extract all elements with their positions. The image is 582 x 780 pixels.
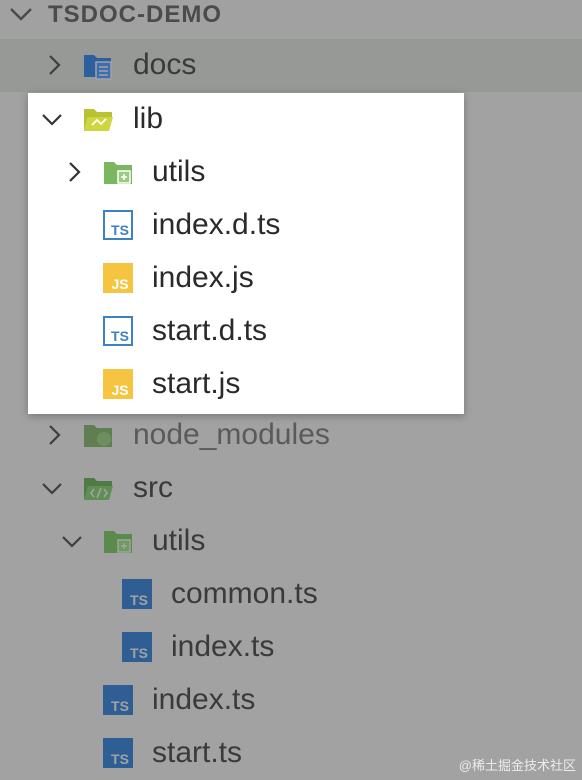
typescript-file-icon: TS (102, 684, 134, 716)
tree-item-lib-utils[interactable]: utils (28, 146, 464, 199)
tree-item-label: start.d.ts (152, 314, 268, 347)
tree-item-docs[interactable]: docs (0, 39, 582, 92)
chevron-down-icon[interactable] (40, 476, 64, 500)
lib-folder-open-icon (82, 103, 114, 135)
chevron-down-icon[interactable] (60, 529, 84, 553)
ts-icon-text: TS (111, 328, 129, 344)
tree-item-lib-index-d-ts[interactable]: TS index.d.ts (28, 199, 464, 252)
chevron-down-icon[interactable] (40, 107, 64, 131)
tree-item-label: index.ts (171, 630, 275, 663)
tree-item-lib-start-d-ts[interactable]: TS start.d.ts (28, 305, 464, 358)
file-explorer: TSDOC-DEMO docs node_modules src utils T… (0, 0, 582, 780)
tree-item-lib-start-js[interactable]: JS start.js (28, 358, 464, 411)
chevron-right-icon[interactable] (62, 160, 86, 184)
utils-folder-open-icon (102, 525, 134, 557)
javascript-file-icon: JS (102, 368, 134, 400)
tree-item-label: start.js (152, 367, 241, 400)
node-modules-folder-icon (82, 419, 114, 451)
typescript-file-icon: TS (102, 737, 134, 769)
chevron-down-icon[interactable] (8, 2, 34, 26)
tree-item-lib[interactable]: lib (28, 93, 464, 146)
tree-item-label: index.js (152, 261, 254, 294)
typescript-file-icon: TS (121, 578, 153, 610)
typescript-file-icon: TS (121, 631, 153, 663)
ts-icon-text: TS (130, 645, 148, 661)
tree-item-label: docs (133, 48, 197, 81)
tree-item-label: utils (152, 155, 206, 188)
ts-icon-text: TS (111, 751, 129, 767)
ts-icon-text: TS (111, 698, 129, 714)
tree-item-src-utils-common-ts[interactable]: TS common.ts (0, 568, 582, 621)
tree-item-label: src (133, 471, 173, 504)
tree-item-src-utils-index-ts[interactable]: TS index.ts (0, 621, 582, 674)
tree-item-label: start.ts (152, 736, 243, 769)
tree-item-label: common.ts (171, 577, 318, 610)
utils-folder-icon (102, 156, 134, 188)
chevron-right-icon[interactable] (42, 53, 66, 77)
tree-item-label: index.d.ts (152, 208, 281, 241)
javascript-file-icon: JS (102, 262, 134, 294)
tree-item-src-index-ts[interactable]: TS index.ts (0, 674, 582, 727)
typescript-definition-icon: TS (102, 209, 134, 241)
ts-icon-text: TS (130, 592, 148, 608)
chevron-right-icon[interactable] (42, 423, 66, 447)
js-icon-text: JS (111, 276, 128, 292)
explorer-section-header[interactable]: TSDOC-DEMO (0, 0, 582, 38)
tree-item-label: node_modules (133, 418, 330, 451)
tree-item-src[interactable]: src (0, 462, 582, 515)
ts-icon-text: TS (111, 222, 129, 238)
tree-item-lib-index-js[interactable]: JS index.js (28, 252, 464, 305)
watermark: @稀土掘金技术社区 (458, 758, 576, 773)
js-icon-text: JS (111, 382, 128, 398)
src-folder-open-icon (82, 472, 114, 504)
tree-item-src-utils[interactable]: utils (0, 515, 582, 568)
tree-item-label: index.ts (152, 683, 256, 716)
typescript-definition-icon: TS (102, 315, 134, 347)
tree-item-label: lib (133, 102, 164, 135)
tree-item-label: utils (152, 524, 206, 557)
lib-folder-highlight: lib utils TS index.d.ts JS index.js TS s… (28, 93, 464, 414)
docs-folder-icon (82, 49, 114, 81)
tree-item-node-modules[interactable]: node_modules (0, 409, 582, 462)
explorer-section-title: TSDOC-DEMO (48, 1, 222, 28)
